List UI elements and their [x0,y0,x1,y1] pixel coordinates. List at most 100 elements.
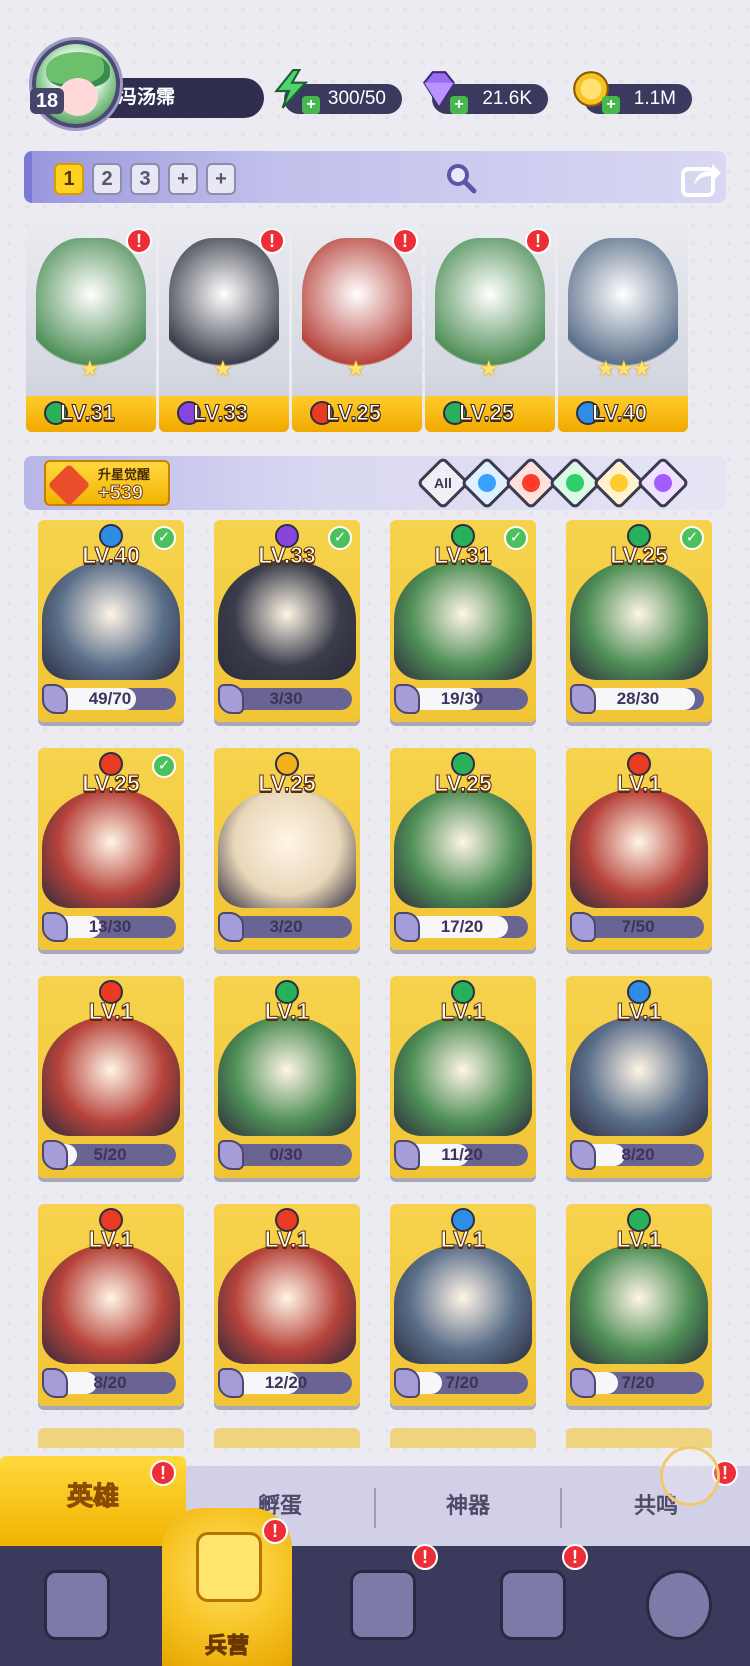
shop-icon [500,1570,566,1640]
team-hero-card[interactable]: LV.33 ★! [159,224,289,432]
shard-progress-bar: 19/30 [394,684,528,714]
shard-progress-bar: 28/30 [570,684,704,714]
nav-guild[interactable] [612,1546,742,1666]
hero-level: LV.1 [616,998,662,1025]
next-row-peek [0,1428,750,1448]
hero-portrait [42,1016,180,1136]
player-avatar[interactable] [32,40,120,128]
star-icon: ★ [346,356,366,381]
team-hero-level: LV.25 [458,400,515,426]
shard-progress-bar: 0/30 [218,1140,352,1170]
nav-cards[interactable] [10,1546,140,1666]
checkmark-icon: ✓ [680,526,704,550]
hero-card[interactable]: LV.40 ✓ 49/70 [38,520,184,722]
hero-alert-badge: ! [525,228,551,254]
star-upgrade-label: 升星觉醒 [98,467,151,482]
gold-plus-icon[interactable]: + [602,96,620,114]
team-hero-card[interactable]: LV.25 ★! [425,224,555,432]
nav-barracks-alert: ! [262,1518,288,1544]
filter-dark[interactable] [636,456,690,510]
star-upgrade-button[interactable]: 升星觉醒 +539 [44,460,170,507]
shard-progress-bar: 3/20 [218,912,352,942]
team-hero-level: LV.33 [192,400,249,426]
fire-icon [522,474,540,492]
energy-plus-icon[interactable]: + [302,96,320,114]
team-hero-card[interactable]: LV.31 ★! [26,224,156,432]
shard-icon [42,912,68,942]
team-tab-add-2[interactable]: + [206,163,236,195]
team-tab-1[interactable]: 1 [54,163,84,195]
hero-card[interactable]: LV.1 7/20 [566,1204,712,1406]
star-icon: ★ [213,356,233,381]
hero-card[interactable]: LV.25 17/20 [390,748,536,950]
team-hero-card[interactable]: LV.40 ★ ★ ★ [558,224,688,432]
shard-progress-bar: 12/20 [218,1368,352,1398]
shard-progress-bar: 17/20 [394,912,528,942]
energy-value: 300/50 [327,88,386,109]
hero-portrait [218,560,356,680]
hero-level: LV.1 [440,998,486,1025]
hero-portrait [394,1016,532,1136]
hero-card[interactable]: LV.1 0/30 [214,976,360,1178]
shard-icon [218,1368,244,1398]
shard-icon [218,912,244,942]
team-selector-bar: 1 2 3 + + [24,151,726,203]
hero-portrait [570,1244,708,1364]
hero-card[interactable]: LV.1 7/50 [566,748,712,950]
hero-alert-badge: ! [392,228,418,254]
filter-all-label: All [434,475,452,491]
water-icon [478,474,496,492]
hero-card[interactable]: LV.1 5/20 [38,976,184,1178]
hero-card[interactable]: LV.25 ✓ 28/30 [566,520,712,722]
fist-icon [196,1532,262,1602]
star-icon: ★ [632,356,652,381]
gem-counter[interactable]: + 21.6K [423,71,548,114]
hero-portrait [218,1244,356,1364]
hero-level: LV.25 [434,770,493,797]
hero-card[interactable]: LV.31 ✓ 19/30 [390,520,536,722]
team-hero-card[interactable]: LV.25 ★! [292,224,422,432]
sword-icon [47,463,91,507]
shard-icon [42,684,68,714]
hero-portrait [218,788,356,908]
hero-card[interactable]: LV.1 8/20 [566,976,712,1178]
shard-icon [394,912,420,942]
player-name: 冯汤霈 [100,78,264,118]
team-tab-add-1[interactable]: + [168,163,198,195]
checkmark-icon: ✓ [152,526,176,550]
tab-hero-alert: ! [150,1460,176,1486]
hero-card[interactable]: LV.33 ✓ 3/30 [214,520,360,722]
tab-artifact[interactable]: 神器 [376,1466,560,1546]
hero-card[interactable]: LV.25 ✓ 13/30 [38,748,184,950]
hero-card[interactable]: LV.1 11/20 [390,976,536,1178]
hero-portrait [394,788,532,908]
magnifier-icon[interactable] [444,161,478,195]
hero-card[interactable]: LV.1 12/20 [214,1204,360,1406]
gem-value: 21.6K [482,88,532,109]
map-icon [350,1570,416,1640]
sparkle-float-button[interactable] [660,1446,720,1506]
gold-counter[interactable]: + 1.1M [573,71,692,114]
light-icon [610,474,628,492]
hero-portrait [570,1016,708,1136]
gem-plus-icon[interactable]: + [450,96,468,114]
hero-portrait [42,788,180,908]
shard-icon [394,1368,420,1398]
team-tab-2[interactable]: 2 [92,163,122,195]
hero-level: LV.1 [264,998,310,1025]
hero-card[interactable]: LV.1 8/20 [38,1204,184,1406]
team-tab-3[interactable]: 3 [130,163,160,195]
hero-card[interactable]: LV.25 3/20 [214,748,360,950]
energy-counter[interactable]: + 300/50 [274,69,402,114]
hero-alert-badge: ! [259,228,285,254]
hero-card[interactable]: LV.1 7/20 [390,1204,536,1406]
hero-level: LV.1 [88,998,134,1025]
shard-icon [218,1140,244,1170]
share-icon[interactable] [680,159,722,197]
player-level-badge: 18 [30,88,64,114]
shard-icon [42,1368,68,1398]
team-hero-level: LV.40 [591,400,648,426]
hero-portrait [394,560,532,680]
shard-progress-bar: 8/20 [570,1140,704,1170]
hero-portrait [42,560,180,680]
